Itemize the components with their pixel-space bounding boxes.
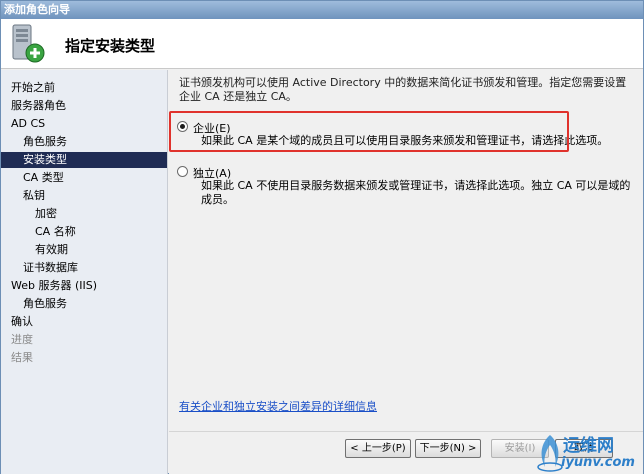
nav-item-before-you-begin[interactable]: 开始之前 (1, 80, 167, 96)
watermark-logo-text: 运维网 (563, 436, 614, 456)
nav-item-setup-type[interactable]: 安装类型 (1, 152, 167, 168)
standalone-option-description: 如果此 CA 不使用目录服务数据来颁发或管理证书，请选择此选项。独立 CA 可以… (201, 179, 631, 206)
server-add-icon (12, 24, 45, 63)
nav-item-server-roles[interactable]: 服务器角色 (1, 98, 167, 114)
nav-item-certificate-database[interactable]: 证书数据库 (1, 260, 167, 276)
nav-item-confirmation[interactable]: 确认 (1, 314, 167, 330)
nav-item-validity-period[interactable]: 有效期 (1, 242, 167, 258)
nav-item-ad-cs[interactable]: AD CS (1, 116, 167, 132)
window-title: 添加角色向导 (4, 3, 70, 16)
page-title: 指定安装类型 (65, 37, 156, 55)
nav-item-iis-role-services[interactable]: 角色服务 (1, 296, 167, 312)
standalone-radio[interactable] (177, 166, 188, 177)
add-roles-wizard-window: 添加角色向导 指定安装类型 开始之前 服务器角色 AD CS 角色服务 安装类型… (0, 0, 644, 474)
wizard-nav-sidebar: 开始之前 服务器角色 AD CS 角色服务 安装类型 CA 类型 私钥 加密 C… (1, 70, 168, 474)
site-watermark: 运维网 iyunv.com (533, 431, 644, 474)
nav-item-private-key[interactable]: 私钥 (1, 188, 167, 204)
nav-item-web-server-iis[interactable]: Web 服务器 (IIS) (1, 278, 167, 294)
nav-item-results: 结果 (11, 351, 33, 364)
next-button[interactable]: 下一步(N) > (415, 439, 481, 458)
window-titlebar[interactable]: 添加角色向导 (1, 1, 643, 19)
setup-type-description: 证书颁发机构可以使用 Active Directory 中的数据来简化证书颁发和… (179, 76, 627, 103)
standalone-option[interactable]: 独立(A) 如果此 CA 不使用目录服务数据来颁发或管理证书，请选择此选项。独立… (177, 165, 637, 206)
nav-item-role-services[interactable]: 角色服务 (1, 134, 167, 150)
enterprise-standalone-details-link[interactable]: 有关企业和独立安装之间差异的详细信息 (179, 398, 377, 414)
nav-item-progress: 进度 (11, 333, 33, 346)
annotation-highlight-box (169, 111, 569, 152)
wizard-header: 指定安装类型 (1, 19, 643, 69)
back-button[interactable]: < 上一步(P) (345, 439, 411, 458)
nav-item-ca-name[interactable]: CA 名称 (1, 224, 167, 240)
nav-item-cryptography[interactable]: 加密 (1, 206, 167, 222)
nav-item-ca-type[interactable]: CA 类型 (1, 170, 167, 186)
watermark-url: iyunv.com (561, 455, 635, 470)
